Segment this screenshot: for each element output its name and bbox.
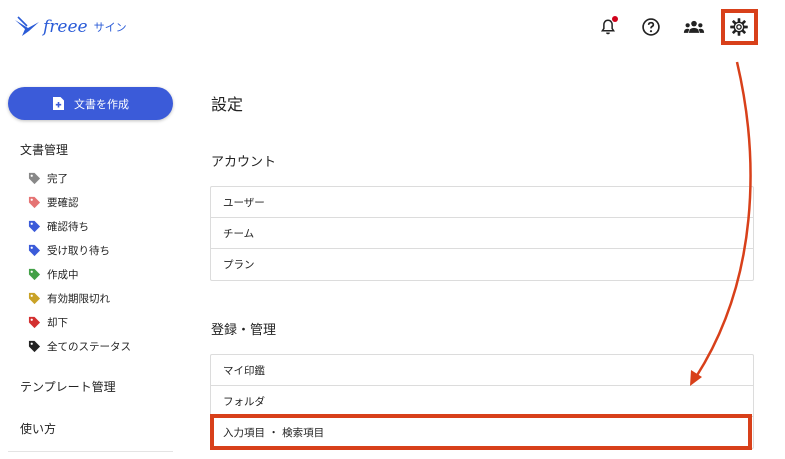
help-icon [642, 18, 660, 36]
sidebar-item-label: 要確認 [47, 196, 79, 209]
sidebar-item-rejected[interactable]: 却下 [28, 313, 68, 331]
sidebar-item-label: 却下 [47, 316, 68, 329]
top-header: freee サイン [0, 0, 785, 56]
logo-subtitle: サイン [93, 21, 127, 34]
how-to-use-link[interactable]: 使い方 [20, 420, 56, 437]
create-document-label: 文書を作成 [74, 97, 129, 111]
settings-row-plan[interactable]: プラン [211, 249, 753, 280]
settings-row-users[interactable]: ユーザー [211, 187, 753, 218]
page-title: 設定 [211, 95, 244, 114]
tag-icon [28, 340, 41, 352]
sidebar-item-awaiting-confirmation[interactable]: 確認待ち [28, 217, 89, 235]
create-document-button[interactable]: 文書を作成 [8, 87, 173, 120]
settings-row-team[interactable]: チーム [211, 218, 753, 249]
settings-row-my-seal[interactable]: マイ印鑑 [211, 355, 753, 386]
bird-logo-icon [15, 16, 39, 36]
sidebar-item-label: 完了 [47, 172, 68, 185]
sidebar-item-label: 全てのステータス [47, 340, 131, 353]
sidebar-item-expired[interactable]: 有効期限切れ [28, 289, 110, 307]
team-button[interactable] [681, 14, 707, 40]
settings-highlight-box [721, 9, 758, 45]
help-button[interactable] [638, 14, 664, 40]
sidebar-item-needs-review[interactable]: 要確認 [28, 193, 79, 211]
tag-icon [28, 220, 41, 232]
notification-dot [612, 16, 618, 22]
sidebar-item-completed[interactable]: 完了 [28, 169, 68, 187]
settings-row-folders[interactable]: フォルダ [211, 386, 753, 417]
registry-section-title: 登録・管理 [211, 323, 277, 338]
notification-button[interactable] [595, 14, 621, 40]
tag-icon [28, 244, 41, 256]
tag-icon [28, 268, 41, 280]
sidebar-item-label: 受け取り待ち [47, 244, 110, 257]
tag-icon [28, 316, 41, 328]
sidebar-item-label: 確認待ち [47, 220, 89, 233]
sidebar-item-label: 有効期限切れ [47, 292, 110, 305]
input-fields-highlight-box [210, 414, 752, 450]
logo-text: freee [43, 17, 88, 37]
sidebar-item-all-statuses[interactable]: 全てのステータス [28, 337, 131, 355]
app-logo[interactable]: freee サイン [14, 12, 127, 42]
tag-icon [28, 292, 41, 304]
sidebar-item-label: 作成中 [47, 268, 79, 281]
tag-icon [28, 196, 41, 208]
tag-icon [28, 172, 41, 184]
sidebar-divider [8, 451, 173, 452]
sidebar-item-draft[interactable]: 作成中 [28, 265, 79, 283]
add-document-icon [53, 97, 64, 110]
template-management-link[interactable]: テンプレート管理 [20, 378, 116, 395]
team-icon [683, 20, 705, 33]
account-settings-list: ユーザー チーム プラン [210, 186, 754, 281]
account-section-title: アカウント [211, 155, 277, 170]
sidebar-item-awaiting-receipt[interactable]: 受け取り待ち [28, 241, 110, 259]
document-management-heading[interactable]: 文書管理 [20, 141, 68, 158]
